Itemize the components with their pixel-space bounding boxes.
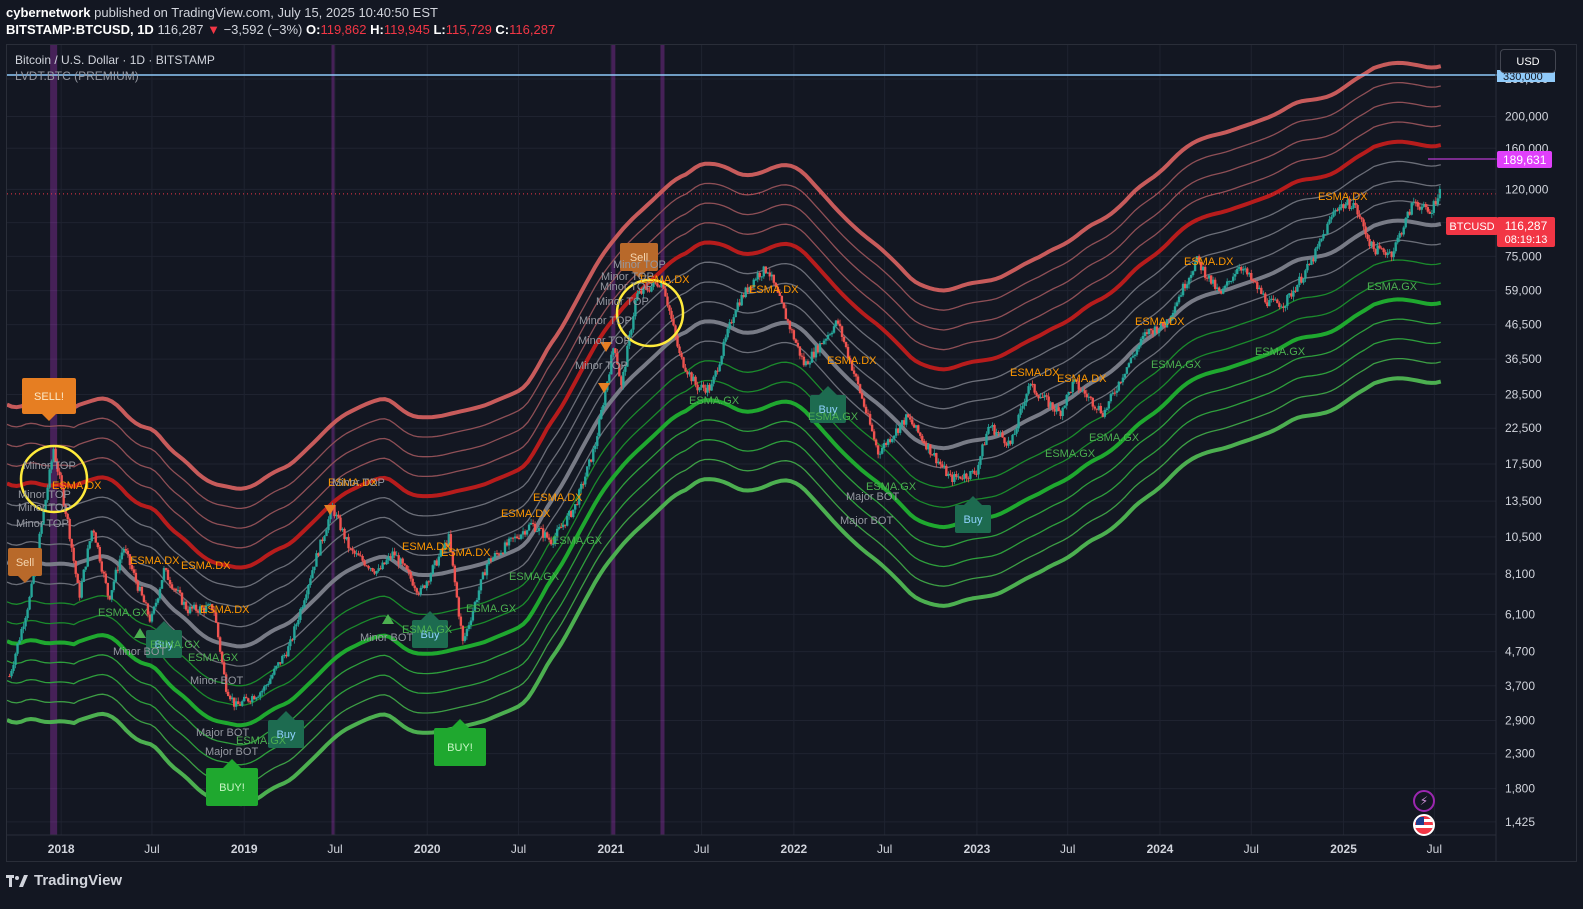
chart-frame [6,44,1577,862]
currency-button[interactable]: USD [1500,49,1556,73]
brand-name: TradingView [34,872,123,889]
tradingview-logo-icon [6,874,28,888]
flash-icon[interactable]: ⚡ [1413,790,1435,812]
indicator-legend[interactable]: LVDT.BTC (PREMIUM) [15,69,139,83]
us-flag-icon[interactable] [1413,814,1435,836]
chart-footer [0,862,1583,909]
tradingview-brand[interactable]: TradingView [6,872,122,889]
chart-legend-title[interactable]: Bitcoin / U.S. Dollar · 1D · BITSTAMP [15,53,215,67]
